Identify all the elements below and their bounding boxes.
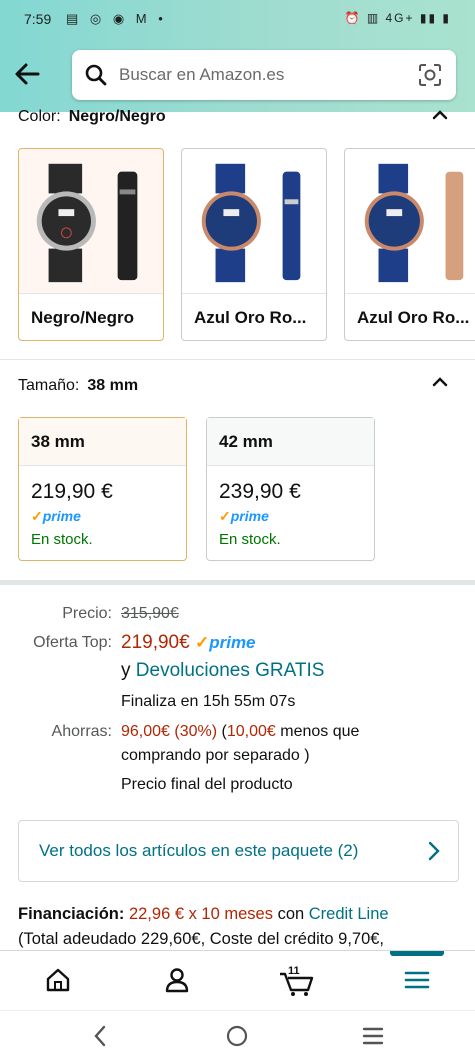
system-back-icon[interactable] — [92, 1025, 108, 1047]
header: 7:59 ▤ ◎ ◉ M • ⏰ ▥ 4G+ ▮▮ ▮ Buscar en Am… — [0, 0, 475, 112]
divider — [0, 359, 475, 360]
size-heading: Tamaño: 38 mm — [18, 377, 138, 395]
size-option-name: 42 mm — [207, 418, 374, 466]
bundle-link[interactable]: Ver todos los artículos en este paquete … — [18, 820, 459, 882]
returns-row: y Devoluciones GRATIS — [121, 660, 324, 682]
size-label: Tamaño: — [18, 377, 80, 394]
status-bar: 7:59 ▤ ◎ ◉ M • ⏰ ▥ 4G+ ▮▮ ▮ — [0, 0, 475, 38]
list-price: 315,90€ — [121, 605, 179, 622]
free-returns-link[interactable]: Devoluciones GRATIS — [136, 660, 325, 681]
list-price-label: Precio: — [62, 605, 112, 622]
returns-prefix: y — [121, 660, 131, 681]
prime-badge: ✓prime — [194, 633, 256, 652]
chevron-up-icon[interactable] — [432, 377, 448, 387]
savings-value: 96,00€ (30%) — [121, 723, 218, 740]
back-arrow-icon[interactable] — [12, 56, 44, 92]
color-option-label: Azul Oro Ro... — [182, 293, 326, 340]
chevron-up-icon[interactable] — [432, 110, 448, 120]
bundle-savings: 10,00€ — [226, 723, 276, 740]
financing-amount: 22,96 € x 10 meses — [128, 905, 273, 923]
section-divider — [0, 580, 475, 585]
color-heading: Color: Negro/Negro — [18, 108, 166, 126]
deal-price-row: 219,90€ ✓prime — [121, 632, 256, 654]
size-option-name: 38 mm — [19, 418, 186, 466]
savings-row-cont: comprando por separado ) — [121, 747, 310, 764]
size-selected: 38 mm — [87, 377, 139, 394]
watch-image — [364, 163, 464, 283]
size-option-price: 219,90 € — [31, 480, 113, 503]
final-price-note: Precio final del producto — [121, 776, 293, 793]
prime-check-icon: ✓ — [194, 633, 210, 652]
bundle-link-label: Ver todos los artículos en este paquete … — [39, 841, 359, 860]
notification-icons: ▤ ◎ ◉ M • — [66, 11, 167, 26]
credit-line-link[interactable]: Credit Line — [309, 905, 389, 923]
active-tab-indicator — [390, 951, 444, 956]
size-option-price: 239,90 € — [219, 480, 301, 503]
cart-count-badge: 11 — [288, 965, 300, 977]
prime-check-icon: ✓ — [31, 508, 43, 524]
financing-row: Financiación: 22,96 € x 10 meses con Cre… — [18, 905, 389, 923]
size-option-38mm[interactable]: 38 mm 219,90 € ✓prime En stock. — [18, 417, 187, 561]
system-status-icons: ⏰ ▥ 4G+ ▮▮ ▮ — [344, 11, 451, 25]
search-input[interactable]: Buscar en Amazon.es — [119, 65, 284, 85]
system-recents-icon[interactable] — [362, 1026, 384, 1046]
watch-image — [19, 149, 163, 293]
home-icon[interactable] — [45, 967, 71, 993]
system-nav-bar — [0, 1010, 475, 1059]
prime-badge: ✓prime — [31, 508, 81, 524]
color-option-negro[interactable]: Negro/Negro — [18, 148, 164, 341]
account-icon[interactable] — [164, 967, 190, 993]
search-bar[interactable]: Buscar en Amazon.es — [72, 50, 456, 100]
chevron-right-icon — [428, 841, 440, 861]
color-option-label: Negro/Negro — [19, 293, 163, 340]
color-option-azul-oro-rosa-2[interactable]: Azul Oro Ro... — [344, 148, 475, 341]
financing-label: Financiación: — [18, 905, 125, 923]
watch-image — [201, 163, 301, 283]
status-time: 7:59 — [24, 11, 52, 27]
size-option-42mm[interactable]: 42 mm 239,90 € ✓prime En stock. — [206, 417, 375, 561]
deal-label: Oferta Top: — [33, 634, 112, 651]
deal-price: 219,90€ — [121, 632, 190, 653]
menu-icon[interactable] — [404, 967, 430, 993]
savings-row: 96,00€ (30%) (10,00€ menos que — [121, 723, 360, 740]
prime-check-icon: ✓ — [219, 508, 231, 524]
camera-scan-icon[interactable] — [418, 63, 442, 87]
stock-status: En stock. — [31, 531, 93, 548]
color-option-label: Azul Oro Ro... — [345, 293, 475, 340]
color-option-azul-oro-rosa-1[interactable]: Azul Oro Ro... — [181, 148, 327, 341]
financing-details: (Total adeudado 229,60€, Coste del crédi… — [18, 930, 385, 948]
bottom-nav: 11 — [0, 950, 475, 1010]
prime-badge: ✓prime — [219, 508, 269, 524]
color-label: Color: — [18, 108, 61, 125]
deal-countdown: Finaliza en 15h 55m 07s — [121, 693, 296, 710]
stock-status: En stock. — [219, 531, 281, 548]
search-icon — [85, 64, 107, 86]
color-selected: Negro/Negro — [68, 108, 166, 125]
system-home-icon[interactable] — [226, 1025, 248, 1047]
savings-label: Ahorras: — [51, 723, 112, 740]
